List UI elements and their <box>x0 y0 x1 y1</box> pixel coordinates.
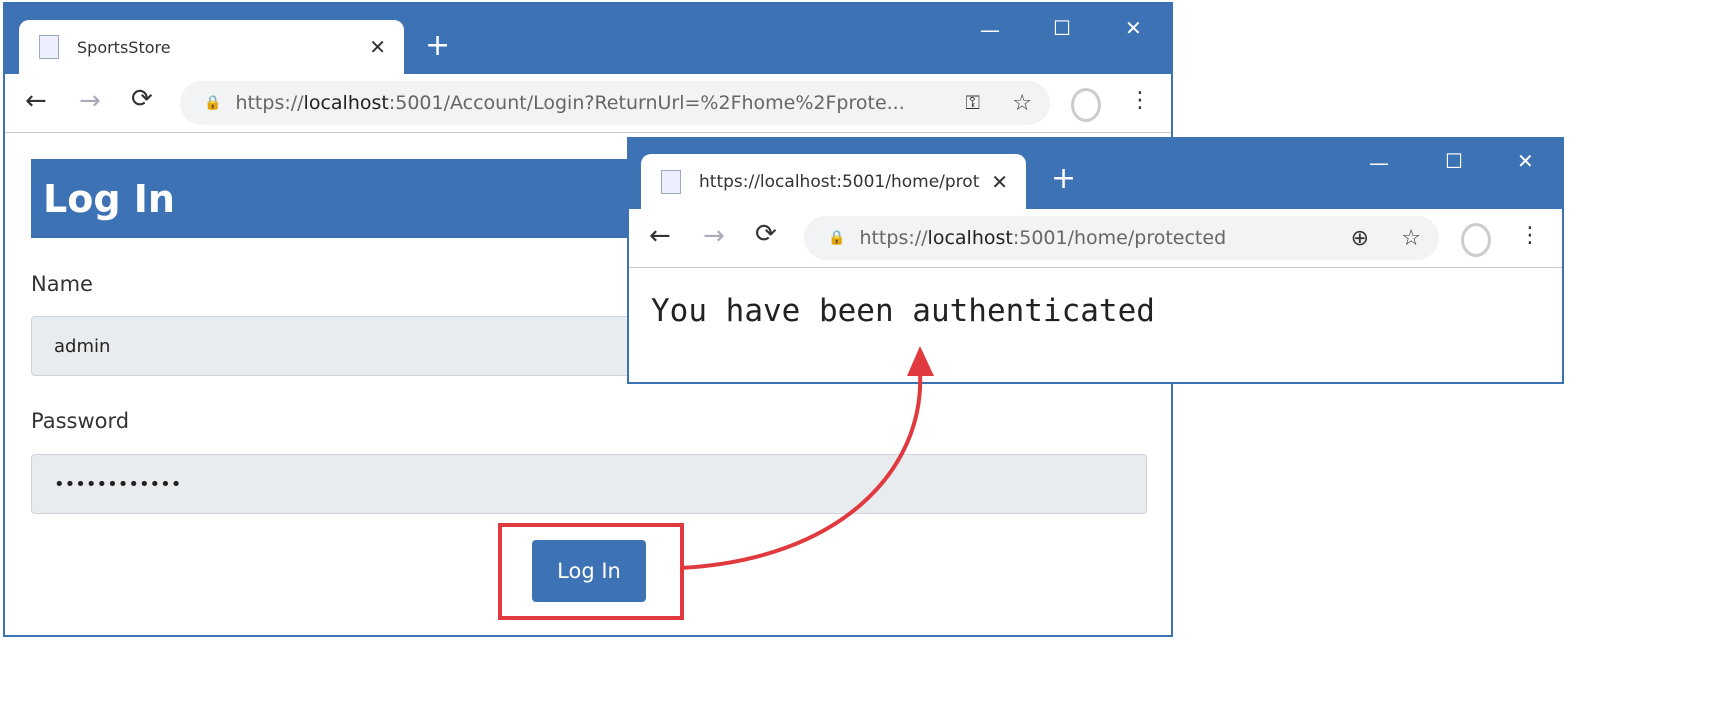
address-bar[interactable]: 🔒 https://localhost:5001/Account/Login?R… <box>180 81 1050 125</box>
back-icon[interactable]: ← <box>25 86 47 116</box>
reload-icon[interactable]: ⟳ <box>131 84 153 114</box>
lock-icon: 🔒 <box>204 95 222 111</box>
name-label: Name <box>31 272 93 296</box>
browser-window-protected: https://localhost:5001/home/prot ✕ + — ☐… <box>627 137 1564 384</box>
star-icon[interactable]: ☆ <box>1012 91 1032 116</box>
page-icon <box>39 35 59 59</box>
key-icon[interactable]: ⚿ <box>966 92 980 114</box>
lock-icon: 🔒 <box>828 230 846 246</box>
tab-sportsstore[interactable]: SportsStore ✕ <box>19 20 404 74</box>
title-bar: https://localhost:5001/home/prot ✕ + — ☐… <box>629 139 1562 209</box>
reload-icon[interactable]: ⟳ <box>755 219 777 249</box>
toolbar: ← → ⟳ 🔒 https://localhost:5001/home/prot… <box>629 209 1562 268</box>
close-window-icon[interactable]: ✕ <box>1125 16 1142 40</box>
back-icon[interactable]: ← <box>649 221 671 251</box>
page-icon <box>661 169 681 194</box>
close-tab-icon[interactable]: ✕ <box>991 170 1008 194</box>
highlight-box <box>498 523 684 620</box>
forward-icon[interactable]: → <box>703 221 725 251</box>
minimize-icon[interactable]: — <box>980 18 1000 42</box>
title-bar: SportsStore ✕ + — ☐ ✕ <box>5 4 1171 74</box>
password-input[interactable]: •••••••••••• <box>31 454 1147 514</box>
url-text: https://localhost:5001/Account/Login?Ret… <box>235 92 905 114</box>
menu-icon[interactable]: ⋮ <box>1519 223 1541 248</box>
minimize-icon[interactable]: — <box>1369 151 1389 175</box>
password-label: Password <box>31 409 130 433</box>
zoom-icon[interactable]: ⊕ <box>1351 226 1369 251</box>
close-window-icon[interactable]: ✕ <box>1517 149 1534 173</box>
new-tab-icon[interactable]: + <box>425 28 450 63</box>
star-icon[interactable]: ☆ <box>1401 226 1421 251</box>
menu-icon[interactable]: ⋮ <box>1129 88 1151 113</box>
url-text: https://localhost:5001/home/protected <box>859 227 1227 249</box>
new-tab-icon[interactable]: + <box>1051 161 1076 196</box>
toolbar: ← → ⟳ 🔒 https://localhost:5001/Account/L… <box>5 74 1171 133</box>
tab-protected[interactable]: https://localhost:5001/home/prot ✕ <box>641 154 1026 209</box>
maximize-icon[interactable]: ☐ <box>1053 16 1071 40</box>
tab-title: SportsStore <box>77 37 171 57</box>
forward-icon[interactable]: → <box>79 86 101 116</box>
maximize-icon[interactable]: ☐ <box>1445 149 1463 173</box>
close-tab-icon[interactable]: ✕ <box>369 35 386 59</box>
profile-avatar[interactable] <box>1071 88 1101 122</box>
auth-message: You have been authenticated <box>651 293 1155 329</box>
tab-title: https://localhost:5001/home/prot <box>699 171 980 192</box>
address-bar[interactable]: 🔒 https://localhost:5001/home/protected … <box>804 216 1439 260</box>
profile-avatar[interactable] <box>1461 223 1491 257</box>
